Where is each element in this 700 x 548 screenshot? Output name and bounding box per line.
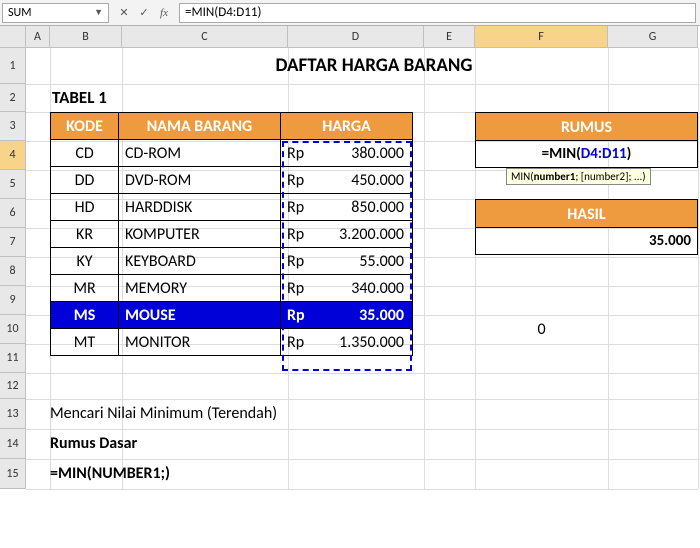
- row-header-12[interactable]: 12: [0, 373, 26, 399]
- row-header-15[interactable]: 15: [0, 459, 26, 489]
- fx-icon[interactable]: fx: [157, 6, 171, 20]
- cell-harga[interactable]: Rp55.000: [281, 248, 413, 275]
- table-label: TABEL 1: [50, 84, 122, 112]
- formula-bar: SUM ▼ ✕ ✓ fx =MIN(D4:D11): [0, 0, 700, 26]
- hasil-value[interactable]: 35.000: [475, 228, 698, 255]
- note-text: Mencari Nilai Minimum (Terendah): [50, 399, 608, 429]
- cell-nama[interactable]: DVD-ROM: [119, 167, 281, 194]
- cell-harga[interactable]: Rp35.000: [281, 302, 413, 329]
- cell-kode[interactable]: KY: [51, 248, 119, 275]
- col-header-D[interactable]: D: [288, 26, 424, 48]
- table-row[interactable]: KYKEYBOARDRp55.000: [51, 248, 413, 275]
- row-header-9[interactable]: 9: [0, 286, 26, 315]
- cell-kode[interactable]: DD: [51, 167, 119, 194]
- table-row[interactable]: DDDVD-ROMRp450.000: [51, 167, 413, 194]
- grid-headers: ABCDEFG: [0, 26, 700, 48]
- cancel-icon[interactable]: ✕: [117, 6, 131, 20]
- row-headers: 123456789101112131415: [0, 48, 26, 489]
- cell-harga[interactable]: Rp3.200.000: [281, 221, 413, 248]
- formula-bar-buttons: ✕ ✓ fx: [109, 6, 179, 20]
- table-header: HARGA: [281, 113, 413, 140]
- function-tooltip: MIN(number1; [number2]; ...): [506, 168, 651, 185]
- select-all-corner[interactable]: [0, 26, 26, 48]
- cell-kode[interactable]: MS: [51, 302, 119, 329]
- name-box[interactable]: SUM ▼: [2, 3, 109, 23]
- cell-kode[interactable]: MR: [51, 275, 119, 302]
- table-header: NAMA BARANG: [119, 113, 281, 140]
- row-header-8[interactable]: 8: [0, 257, 26, 286]
- row-header-10[interactable]: 10: [0, 315, 26, 344]
- cell-nama[interactable]: KOMPUTER: [119, 221, 281, 248]
- cell-nama[interactable]: MOUSE: [119, 302, 281, 329]
- cell-harga[interactable]: Rp850.000: [281, 194, 413, 221]
- cell-nama[interactable]: MONITOR: [119, 329, 281, 356]
- table-row[interactable]: MSMOUSERp35.000: [51, 302, 413, 329]
- row-header-11[interactable]: 11: [0, 344, 26, 373]
- table-row[interactable]: HDHARDDISKRp850.000: [51, 194, 413, 221]
- cell-kode[interactable]: HD: [51, 194, 119, 221]
- cell-kode[interactable]: KR: [51, 221, 119, 248]
- page-title: DAFTAR HARGA BARANG: [50, 48, 698, 84]
- row-header-13[interactable]: 13: [0, 399, 26, 429]
- row-header-3[interactable]: 3: [0, 112, 26, 141]
- note-heading: Rumus Dasar: [50, 429, 608, 459]
- cell-nama[interactable]: CD-ROM: [119, 140, 281, 167]
- enter-icon[interactable]: ✓: [137, 6, 151, 20]
- row-header-14[interactable]: 14: [0, 429, 26, 459]
- hasil-header: HASIL: [475, 199, 698, 228]
- row-header-1[interactable]: 1: [0, 48, 26, 84]
- column-headers: ABCDEFG: [26, 26, 698, 48]
- cell-value[interactable]: 0: [475, 315, 608, 344]
- table-row[interactable]: KRKOMPUTERRp3.200.000: [51, 221, 413, 248]
- col-header-A[interactable]: A: [26, 26, 50, 48]
- cell-nama[interactable]: HARDDISK: [119, 194, 281, 221]
- rumus-header: RUMUS: [475, 112, 698, 141]
- worksheet[interactable]: DAFTAR HARGA BARANGTABEL 1KODENAMA BARAN…: [26, 48, 700, 548]
- price-table: KODENAMA BARANGHARGACDCD-ROMRp380.000DDD…: [50, 112, 413, 356]
- row-header-6[interactable]: 6: [0, 199, 26, 228]
- row-header-4[interactable]: 4: [0, 141, 26, 170]
- table-row[interactable]: MTMONITORRp1.350.000: [51, 329, 413, 356]
- col-header-G[interactable]: G: [608, 26, 698, 48]
- active-cell[interactable]: =MIN(D4:D11)MIN(number1; [number2]; ...): [475, 141, 698, 168]
- cell-harga[interactable]: Rp380.000: [281, 140, 413, 167]
- col-header-E[interactable]: E: [424, 26, 475, 48]
- table-header: KODE: [51, 113, 119, 140]
- name-box-value: SUM: [8, 4, 31, 22]
- cell-nama[interactable]: MEMORY: [119, 275, 281, 302]
- cell-harga[interactable]: Rp1.350.000: [281, 329, 413, 356]
- note-formula: =MIN(NUMBER1;): [50, 459, 608, 489]
- col-header-C[interactable]: C: [122, 26, 288, 48]
- row-header-7[interactable]: 7: [0, 228, 26, 257]
- table-row[interactable]: MRMEMORYRp340.000: [51, 275, 413, 302]
- cell-harga[interactable]: Rp450.000: [281, 167, 413, 194]
- formula-input[interactable]: =MIN(D4:D11): [179, 3, 696, 23]
- cell-kode[interactable]: MT: [51, 329, 119, 356]
- row-header-5[interactable]: 5: [0, 170, 26, 199]
- col-header-B[interactable]: B: [50, 26, 122, 48]
- col-header-F[interactable]: F: [475, 26, 608, 48]
- cell-nama[interactable]: KEYBOARD: [119, 248, 281, 275]
- row-header-2[interactable]: 2: [0, 84, 26, 112]
- dropdown-icon[interactable]: ▼: [94, 4, 103, 22]
- table-row[interactable]: CDCD-ROMRp380.000: [51, 140, 413, 167]
- cell-harga[interactable]: Rp340.000: [281, 275, 413, 302]
- cell-kode[interactable]: CD: [51, 140, 119, 167]
